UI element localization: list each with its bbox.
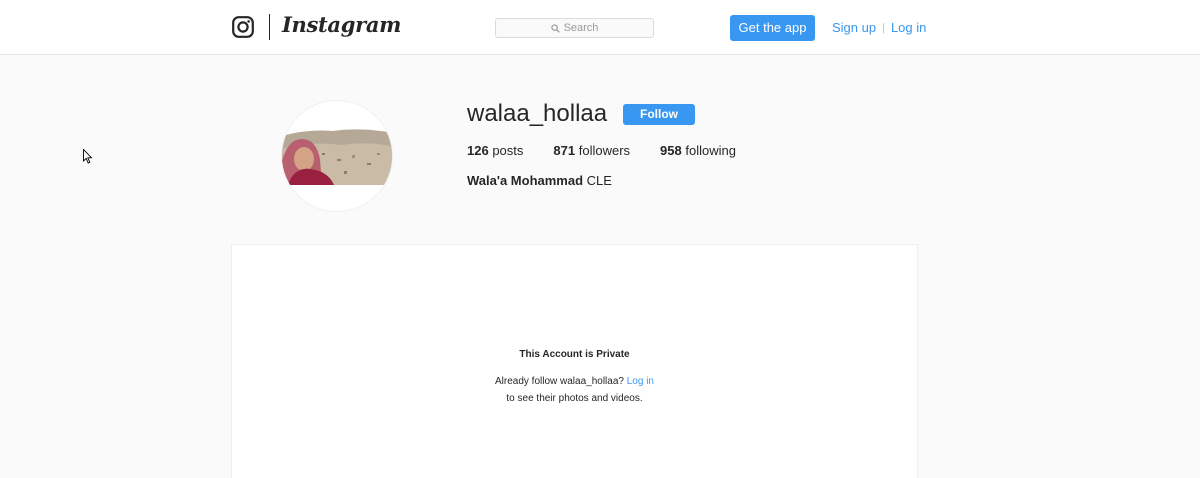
followers-stat[interactable]: 871 followers	[553, 143, 630, 158]
instagram-camera-icon[interactable]	[232, 16, 254, 38]
following-label: following	[685, 143, 736, 158]
private-account-login-link[interactable]: Log in	[627, 376, 654, 387]
search-input[interactable]: Search	[495, 18, 654, 38]
profile-bio: Wala'a Mohammad CLE	[467, 173, 612, 188]
profile-stats: 126 posts 871 followers 958 following	[467, 143, 766, 158]
private-account-prompt-text: Already follow walaa_hollaa?	[494, 376, 624, 387]
following-stat[interactable]: 958 following	[660, 143, 736, 158]
profile-avatar[interactable]	[281, 100, 393, 212]
private-account-subtext: to see their photos and videos.	[506, 393, 643, 404]
private-account-login-prompt: Already follow walaa_hollaa? Log in	[232, 376, 917, 387]
posts-stat: 126 posts	[467, 143, 523, 158]
log-in-link[interactable]: Log in	[891, 20, 926, 35]
profile-username: walaa_hollaa	[467, 100, 608, 127]
auth-separator: |	[882, 21, 885, 34]
followers-count: 871	[553, 143, 576, 158]
mouse-cursor-icon	[83, 149, 93, 164]
profile-bio-text: CLE	[586, 173, 612, 188]
instagram-wordmark[interactable]: Instagram	[282, 12, 401, 37]
posts-label: posts	[492, 143, 524, 158]
following-count: 958	[660, 143, 682, 158]
profile-photo	[282, 101, 392, 211]
private-account-title: This Account is Private	[519, 349, 630, 360]
search-placeholder: Search	[563, 22, 599, 34]
private-account-panel: This Account is Private Already follow w…	[231, 244, 918, 478]
logo-divider	[269, 14, 270, 40]
followers-label: followers	[578, 143, 631, 158]
posts-count: 126	[467, 143, 489, 158]
sign-up-link[interactable]: Sign up	[832, 20, 876, 35]
follow-button[interactable]: Follow	[623, 104, 695, 125]
auth-links: Sign up | Log in	[832, 20, 926, 35]
search-icon	[550, 23, 560, 33]
top-navbar: Instagram Search Get the app Sign up | L…	[0, 0, 1200, 55]
get-the-app-button[interactable]: Get the app	[730, 15, 815, 41]
profile-full-name: Wala'a Mohammad	[467, 173, 584, 188]
